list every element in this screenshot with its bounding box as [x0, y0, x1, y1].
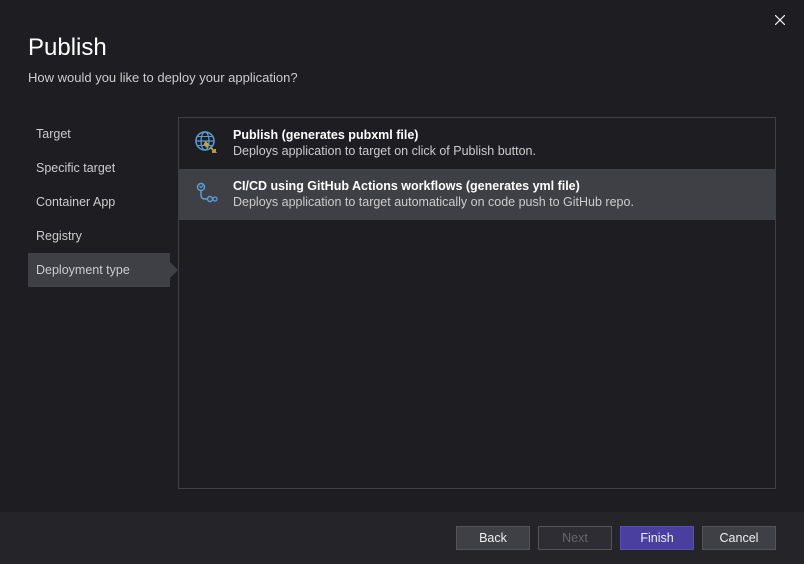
dialog-title: Publish [28, 34, 776, 62]
sidebar-item-label: Deployment type [36, 263, 130, 277]
next-button: Next [538, 526, 612, 550]
options-panel: Publish (generates pubxml file) Deploys … [178, 117, 776, 489]
sidebar-item-label: Target [36, 127, 71, 141]
option-title: CI/CD using GitHub Actions workflows (ge… [233, 179, 761, 193]
sidebar-item-label: Specific target [36, 161, 115, 175]
back-button[interactable]: Back [456, 526, 530, 550]
globe-publish-icon [193, 130, 219, 156]
sidebar-item-container-app[interactable]: Container App [28, 185, 170, 219]
close-icon [775, 15, 785, 25]
wizard-steps-sidebar: Target Specific target Container App Reg… [28, 117, 170, 489]
dialog-subtitle: How would you like to deploy your applic… [28, 70, 776, 85]
option-cicd-github-actions[interactable]: CI/CD using GitHub Actions workflows (ge… [179, 169, 775, 220]
sidebar-item-label: Container App [36, 195, 115, 209]
sidebar-item-deployment-type[interactable]: Deployment type [28, 253, 170, 287]
finish-button[interactable]: Finish [620, 526, 694, 550]
dialog-footer: Back Next Finish Cancel [0, 512, 804, 564]
workflow-icon [193, 181, 219, 207]
sidebar-item-target[interactable]: Target [28, 117, 170, 151]
option-title: Publish (generates pubxml file) [233, 128, 761, 142]
option-description: Deploys application to target on click o… [233, 144, 761, 158]
dialog-header: Publish How would you like to deploy you… [0, 0, 804, 93]
option-publish-pubxml[interactable]: Publish (generates pubxml file) Deploys … [179, 118, 775, 169]
sidebar-item-registry[interactable]: Registry [28, 219, 170, 253]
cancel-button[interactable]: Cancel [702, 526, 776, 550]
close-button[interactable] [768, 8, 792, 32]
sidebar-item-specific-target[interactable]: Specific target [28, 151, 170, 185]
sidebar-item-label: Registry [36, 229, 82, 243]
option-description: Deploys application to target automatica… [233, 195, 761, 209]
